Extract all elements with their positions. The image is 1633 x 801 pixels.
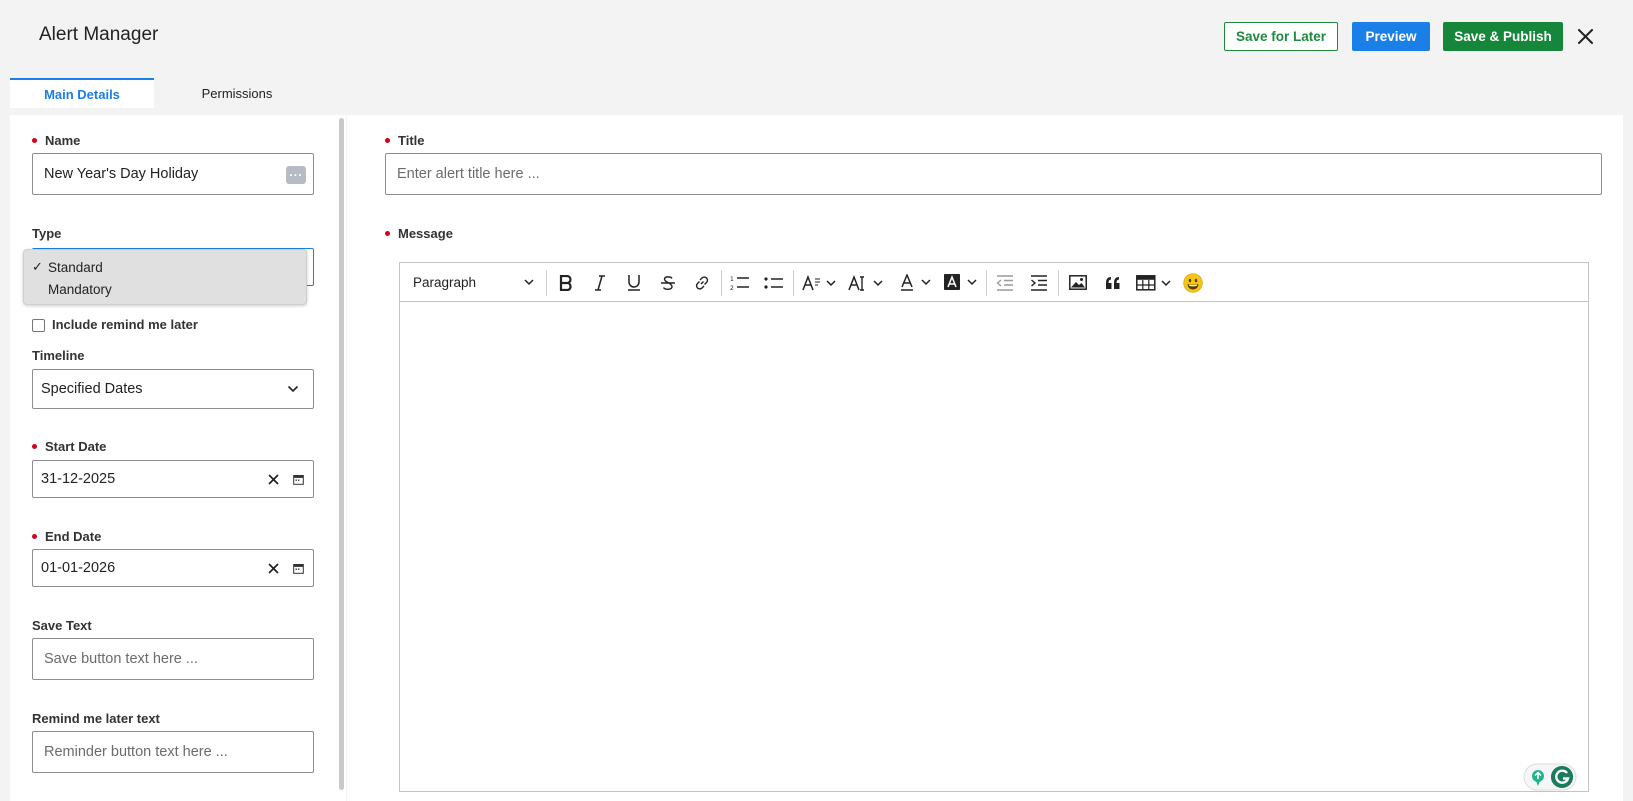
tab-main-details[interactable]: Main Details <box>10 78 154 108</box>
include-remind-checkbox[interactable] <box>32 319 45 332</box>
title-placeholder: Enter alert title here ... <box>397 166 540 182</box>
clear-icon[interactable] <box>268 461 279 497</box>
close-icon[interactable] <box>1573 24 1597 48</box>
title-label: Title <box>385 133 425 148</box>
clear-icon[interactable] <box>268 550 279 586</box>
type-option-mandatory[interactable]: Mandatory <box>24 278 308 300</box>
type-dropdown-menu: ✓ Standard Mandatory <box>23 249 307 305</box>
paragraph-format-value: Paragraph <box>413 275 477 290</box>
more-options-icon[interactable]: ··· <box>286 166 306 184</box>
tab-permissions[interactable]: Permissions <box>164 78 310 108</box>
type-label: Type <box>32 226 62 241</box>
font-background-color-icon[interactable] <box>940 263 982 302</box>
paragraph-format-dropdown[interactable]: Paragraph <box>413 263 546 302</box>
image-icon[interactable] <box>1062 263 1094 302</box>
numbered-list-icon[interactable]: 12 <box>725 263 755 302</box>
title-input[interactable]: Enter alert title here ... <box>385 153 1602 195</box>
italic-icon[interactable] <box>585 263 615 302</box>
name-input[interactable]: New Year's Day Holiday ··· <box>32 153 314 195</box>
toolbar-separator <box>1058 270 1059 296</box>
toolbar-separator <box>721 270 722 296</box>
message-editor[interactable]: Paragraph 12 <box>399 262 1589 792</box>
message-label: Message <box>385 226 453 241</box>
emoji-icon[interactable] <box>1177 263 1209 302</box>
grammarly-widget[interactable] <box>1523 762 1577 792</box>
save-text-input[interactable]: Save button text here ... <box>32 638 314 680</box>
left-panel <box>10 115 338 801</box>
heading-icon[interactable] <box>798 263 840 302</box>
start-date-value: 31-12-2025 <box>41 471 116 487</box>
end-date-input[interactable]: 01-01-2026 <box>32 549 314 587</box>
end-date-value: 01-01-2026 <box>41 560 116 576</box>
end-date-label: End Date <box>32 529 101 544</box>
remind-text-label: Remind me later text <box>32 711 160 726</box>
type-option-label: Standard <box>48 259 103 275</box>
bold-icon[interactable] <box>551 263 581 302</box>
svg-text:1: 1 <box>730 276 734 283</box>
calendar-icon[interactable] <box>293 550 304 586</box>
toolbar-separator <box>793 270 794 296</box>
timeline-label: Timeline <box>32 348 85 363</box>
header: Alert Manager Save for Later Preview Sav… <box>0 0 1633 80</box>
indent-icon[interactable] <box>1024 263 1054 302</box>
required-indicator <box>32 534 37 540</box>
editor-toolbar: Paragraph 12 <box>400 263 1588 302</box>
svg-text:2: 2 <box>730 285 734 291</box>
font-color-icon[interactable] <box>896 263 936 302</box>
timeline-select[interactable]: Specified Dates <box>32 369 314 409</box>
underline-icon[interactable] <box>619 263 649 302</box>
chevron-down-icon[interactable] <box>287 370 299 408</box>
save-text-placeholder: Save button text here ... <box>44 651 198 667</box>
save-and-publish-button[interactable]: Save & Publish <box>1443 22 1563 51</box>
type-option-label: Mandatory <box>48 281 112 297</box>
scrollbar-thumb[interactable] <box>339 118 344 790</box>
remind-text-input[interactable]: Reminder button text here ... <box>32 731 314 773</box>
font-size-icon[interactable] <box>844 263 888 302</box>
required-indicator <box>32 444 37 450</box>
check-icon: ✓ <box>32 259 43 274</box>
toolbar-separator <box>986 270 987 296</box>
app-title: Alert Manager <box>39 24 159 45</box>
timeline-value: Specified Dates <box>41 381 143 397</box>
link-icon[interactable] <box>687 263 717 302</box>
bulleted-list-icon[interactable] <box>759 263 789 302</box>
include-remind-label: Include remind me later <box>52 317 198 332</box>
strikethrough-icon[interactable] <box>653 263 683 302</box>
save-text-label: Save Text <box>32 618 92 633</box>
required-indicator <box>385 231 390 237</box>
name-input-value: New Year's Day Holiday <box>44 166 199 182</box>
name-label: Name <box>32 133 80 148</box>
type-option-standard[interactable]: ✓ Standard <box>24 256 308 278</box>
outdent-icon[interactable] <box>990 263 1020 302</box>
save-for-later-button[interactable]: Save for Later <box>1224 22 1338 51</box>
start-date-input[interactable]: 31-12-2025 <box>32 460 314 498</box>
preview-button[interactable]: Preview <box>1352 22 1430 51</box>
remind-text-placeholder: Reminder button text here ... <box>44 744 228 760</box>
calendar-icon[interactable] <box>293 461 304 497</box>
toolbar-separator <box>546 270 547 296</box>
required-indicator <box>32 138 37 144</box>
required-indicator <box>385 138 390 144</box>
start-date-label: Start Date <box>32 439 106 454</box>
block-quote-icon[interactable] <box>1097 263 1129 302</box>
table-icon[interactable] <box>1132 263 1176 302</box>
